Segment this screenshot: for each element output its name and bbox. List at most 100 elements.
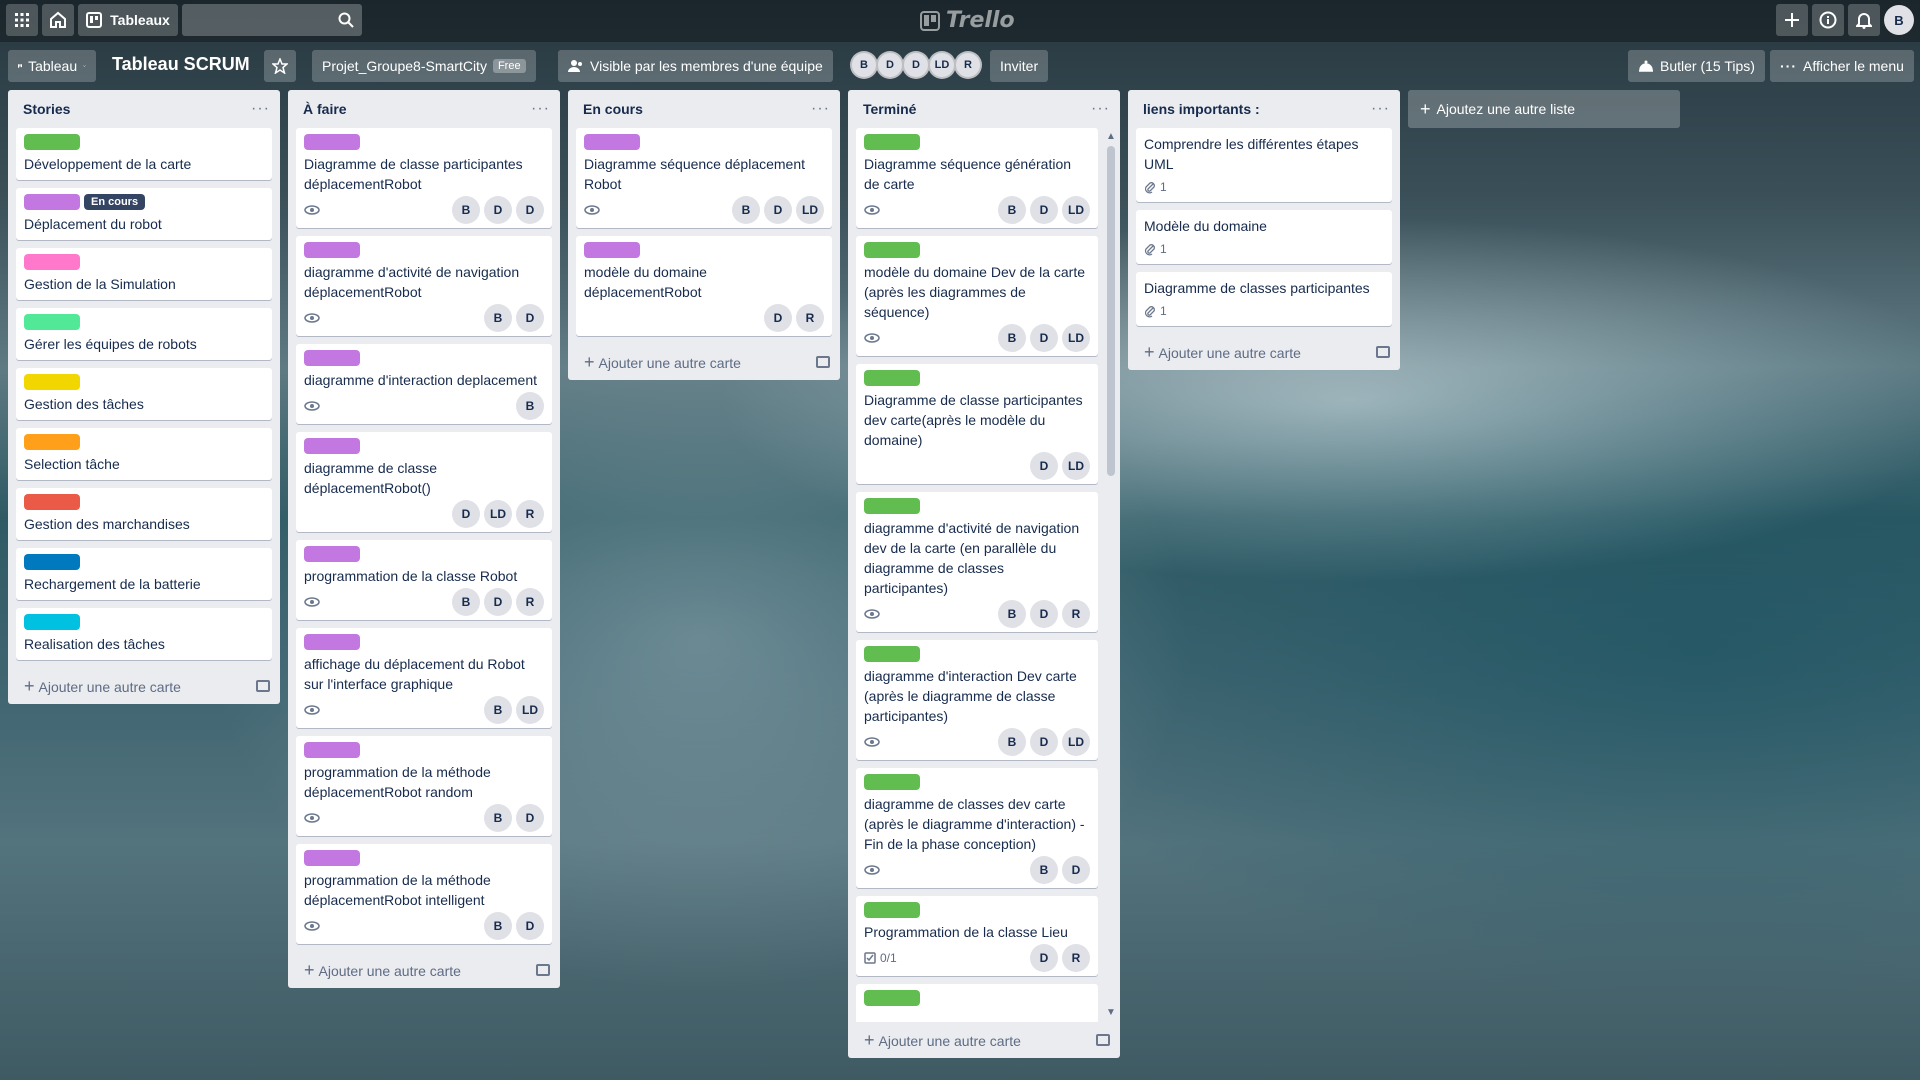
star-button[interactable] [264, 50, 296, 82]
invite-button[interactable]: Inviter [990, 50, 1049, 82]
list-menu-icon[interactable]: ··· [531, 101, 550, 117]
member-avatar[interactable]: B [732, 196, 760, 224]
card-label[interactable] [304, 438, 360, 454]
card-label[interactable] [24, 254, 80, 270]
card[interactable]: programmation de la méthode déplacementR… [296, 736, 552, 836]
member-avatar[interactable]: B [484, 912, 512, 940]
member-avatar[interactable]: D [902, 51, 930, 79]
card[interactable]: En cours Déplacement du robot [16, 188, 272, 240]
show-menu-button[interactable]: ··· Afficher le menu [1770, 50, 1914, 82]
list-title[interactable]: Stories [23, 101, 70, 117]
member-avatar[interactable]: D [516, 196, 544, 224]
card-label[interactable] [864, 134, 920, 150]
create-button[interactable] [1776, 4, 1808, 36]
list-header[interactable]: En cours ··· [568, 90, 840, 128]
member-avatar[interactable]: D [1062, 856, 1090, 884]
card[interactable]: Diagramme de classe participantes déplac… [296, 128, 552, 228]
notifications-button[interactable] [1848, 4, 1880, 36]
card[interactable] [856, 984, 1098, 1022]
card-label[interactable] [864, 370, 920, 386]
member-avatar[interactable]: B [484, 304, 512, 332]
list-menu-icon[interactable]: ··· [1091, 101, 1110, 117]
add-card-button[interactable]: + Ajouter une autre carte [568, 344, 840, 380]
card-label[interactable] [304, 350, 360, 366]
member-avatar[interactable]: D [484, 196, 512, 224]
card-label[interactable] [24, 314, 80, 330]
member-avatar[interactable]: D [1030, 944, 1058, 972]
card-label[interactable] [864, 498, 920, 514]
member-avatar[interactable]: B [452, 196, 480, 224]
list-header[interactable]: Stories ··· [8, 90, 280, 128]
card-label[interactable] [24, 134, 80, 150]
member-avatar[interactable]: LD [484, 500, 512, 528]
card[interactable]: diagramme d'activité de navigation dev d… [856, 492, 1098, 632]
card-label[interactable] [864, 242, 920, 258]
card-label[interactable] [864, 774, 920, 790]
card[interactable]: Diagramme séquence génération de carte B… [856, 128, 1098, 228]
list-title[interactable]: En cours [583, 101, 643, 117]
card-template-icon[interactable] [1096, 1034, 1110, 1046]
member-avatar[interactable]: D [452, 500, 480, 528]
member-avatar[interactable]: LD [796, 196, 824, 224]
member-avatar[interactable]: D [516, 304, 544, 332]
card-label[interactable] [304, 242, 360, 258]
list-menu-icon[interactable]: ··· [251, 101, 270, 117]
add-card-button[interactable]: + Ajouter une autre carte [1128, 334, 1400, 370]
search-input[interactable] [182, 4, 362, 36]
member-avatar[interactable]: LD [1062, 728, 1090, 756]
card[interactable]: Gestion de la Simulation [16, 248, 272, 300]
member-avatar[interactable]: R [516, 588, 544, 616]
card[interactable]: diagramme d'interaction Dev carte (après… [856, 640, 1098, 760]
member-avatar[interactable]: D [516, 804, 544, 832]
card-template-icon[interactable] [816, 356, 830, 368]
member-avatar[interactable]: D [1030, 452, 1058, 480]
member-avatar[interactable]: LD [1062, 196, 1090, 224]
card-label[interactable] [864, 902, 920, 918]
member-avatar[interactable]: D [1030, 728, 1058, 756]
member-avatar[interactable]: D [1030, 196, 1058, 224]
card-label[interactable] [24, 374, 80, 390]
boards-button[interactable]: Tableaux [78, 4, 178, 36]
card-template-icon[interactable] [536, 964, 550, 976]
apps-menu-button[interactable] [6, 4, 38, 36]
card-label[interactable] [24, 554, 80, 570]
card-template-icon[interactable] [1376, 346, 1390, 358]
card-label[interactable] [584, 134, 640, 150]
list-header[interactable]: À faire ··· [288, 90, 560, 128]
member-avatar[interactable]: B [484, 804, 512, 832]
member-avatar[interactable]: LD [928, 51, 956, 79]
card-template-icon[interactable] [256, 680, 270, 692]
member-avatar[interactable]: D [1030, 324, 1058, 352]
member-avatar[interactable]: R [954, 51, 982, 79]
add-card-button[interactable]: + Ajouter une autre carte [8, 668, 280, 704]
member-avatar[interactable]: D [764, 304, 792, 332]
card-label[interactable] [864, 990, 920, 1006]
card-label[interactable] [24, 614, 80, 630]
card[interactable]: diagramme de classes dev carte (après le… [856, 768, 1098, 888]
add-card-button[interactable]: + Ajouter une autre carte [848, 1022, 1120, 1058]
list-scrollbar[interactable]: ▲ ▼ [1106, 132, 1116, 1018]
member-avatar[interactable]: B [998, 196, 1026, 224]
search-icon[interactable] [338, 12, 354, 28]
card[interactable]: programmation de la méthode déplacementR… [296, 844, 552, 944]
member-avatar[interactable]: R [1062, 944, 1090, 972]
card[interactable]: Diagramme de classes participantes 1 [1136, 272, 1392, 326]
scrollbar-thumb[interactable] [1107, 146, 1115, 476]
user-avatar[interactable]: B [1884, 5, 1914, 35]
add-list-button[interactable]: + Ajoutez une autre liste [1408, 90, 1680, 128]
card-label[interactable] [304, 634, 360, 650]
card-label[interactable] [304, 546, 360, 562]
add-card-button[interactable]: + Ajouter une autre carte [288, 952, 560, 988]
card[interactable]: Diagramme séquence déplacement Robot BDL… [576, 128, 832, 228]
card[interactable]: modèle du domaine Dev de la carte (après… [856, 236, 1098, 356]
card-label[interactable] [24, 434, 80, 450]
card[interactable]: diagramme d'interaction deplacement B [296, 344, 552, 424]
search-box[interactable] [182, 4, 362, 36]
trello-logo[interactable]: Trello [920, 8, 1015, 33]
card[interactable]: affichage du déplacement du Robot sur l'… [296, 628, 552, 728]
member-avatar[interactable]: B [850, 51, 878, 79]
card[interactable]: Développement de la carte [16, 128, 272, 180]
scroll-down-arrow-icon[interactable]: ▼ [1106, 1008, 1116, 1018]
member-avatar[interactable]: B [1030, 856, 1058, 884]
board-title[interactable]: Tableau SCRUM [112, 54, 250, 75]
